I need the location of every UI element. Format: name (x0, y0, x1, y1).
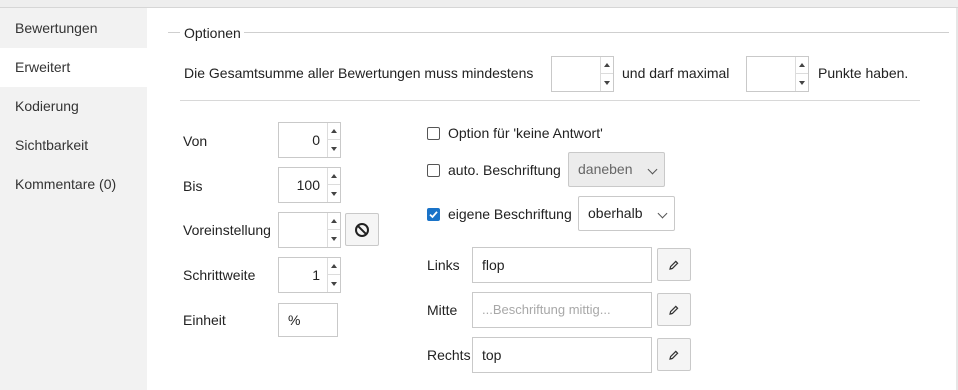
bis-value[interactable]: 100 (279, 168, 327, 202)
sidebar-item-bewertungen[interactable]: Bewertungen (0, 9, 147, 48)
sum-text-max: und darf maximal (622, 65, 730, 81)
chevron-down-icon (647, 164, 658, 175)
von-stepper[interactable]: 0 (278, 122, 341, 158)
ban-icon (355, 222, 369, 237)
sum-max-stepper[interactable] (746, 56, 809, 92)
rechts-field[interactable]: top (472, 337, 652, 373)
pencil-icon (669, 260, 679, 270)
sidebar-item-sichtbarkeit[interactable]: Sichtbarkeit (0, 126, 147, 165)
bis-stepper[interactable]: 100 (278, 167, 341, 203)
rechts-label: Rechts (427, 347, 471, 363)
voreinstellung-label: Voreinstellung (183, 222, 271, 238)
einheit-field[interactable]: % (278, 303, 338, 337)
fieldset-border-left (168, 32, 180, 33)
separator (180, 100, 920, 101)
voreinstellung-value[interactable] (279, 213, 327, 247)
increment-arrow-icon[interactable] (327, 168, 340, 185)
sum-text-end: Punkte haben. (818, 65, 909, 81)
check-icon (429, 211, 438, 219)
chevron-down-icon (657, 208, 668, 219)
reset-default-button[interactable] (345, 213, 379, 246)
pencil-icon (669, 350, 679, 360)
increment-arrow-icon[interactable] (600, 57, 613, 74)
eigene-beschriftung-checkbox[interactable] (427, 208, 440, 221)
sum-max-value[interactable] (747, 57, 795, 91)
voreinstellung-stepper[interactable] (278, 212, 341, 248)
sum-text-min: Die Gesamtsumme aller Bewertungen muss m… (184, 65, 534, 81)
bis-label: Bis (183, 178, 203, 194)
links-label: Links (427, 257, 460, 273)
von-label: Von (183, 133, 208, 149)
sidebar-item-erweitert[interactable]: Erweitert (0, 48, 147, 87)
decrement-arrow-icon[interactable] (600, 74, 613, 91)
schrittweite-label: Schrittweite (183, 267, 256, 283)
increment-arrow-icon[interactable] (795, 57, 808, 74)
von-value[interactable]: 0 (279, 123, 327, 157)
increment-arrow-icon[interactable] (327, 123, 340, 140)
pencil-icon (669, 305, 679, 315)
auto-beschriftung-select-value: daneben (578, 161, 633, 177)
edit-mitte-button[interactable] (657, 293, 691, 326)
edit-rechts-button[interactable] (657, 338, 691, 371)
sidebar: Bewertungen Erweitert Kodierung Sichtbar… (0, 8, 147, 390)
decrement-arrow-icon[interactable] (327, 140, 340, 157)
sidebar-item-kodierung[interactable]: Kodierung (0, 87, 147, 126)
eigene-beschriftung-label: eigene Beschriftung (448, 206, 572, 222)
schrittweite-stepper[interactable]: 1 (278, 257, 341, 293)
decrement-arrow-icon[interactable] (327, 275, 340, 292)
decrement-arrow-icon[interactable] (327, 230, 340, 247)
schrittweite-value[interactable]: 1 (279, 258, 327, 292)
sidebar-item-kommentare[interactable]: Kommentare (0) (0, 165, 147, 204)
increment-arrow-icon[interactable] (327, 213, 340, 230)
fieldset-border-right (244, 32, 949, 33)
decrement-arrow-icon[interactable] (327, 185, 340, 202)
sum-min-stepper[interactable] (551, 56, 614, 92)
top-bar (0, 0, 958, 8)
auto-beschriftung-checkbox[interactable] (427, 164, 440, 177)
auto-beschriftung-label: auto. Beschriftung (448, 162, 561, 178)
mitte-label: Mitte (427, 302, 458, 318)
sum-min-value[interactable] (552, 57, 600, 91)
keine-antwort-label: Option für 'keine Antwort' (448, 125, 603, 141)
mitte-field[interactable]: ...Beschriftung mittig... (472, 292, 652, 328)
auto-beschriftung-select[interactable]: daneben (568, 152, 665, 187)
links-field[interactable]: flop (472, 247, 652, 283)
eigene-beschriftung-select[interactable]: oberhalb (578, 196, 675, 231)
edit-links-button[interactable] (657, 248, 691, 281)
decrement-arrow-icon[interactable] (795, 74, 808, 91)
increment-arrow-icon[interactable] (327, 258, 340, 275)
eigene-beschriftung-select-value: oberhalb (588, 205, 643, 221)
options-legend: Optionen (182, 25, 243, 41)
keine-antwort-checkbox[interactable] (427, 127, 440, 140)
einheit-label: Einheit (183, 312, 226, 328)
